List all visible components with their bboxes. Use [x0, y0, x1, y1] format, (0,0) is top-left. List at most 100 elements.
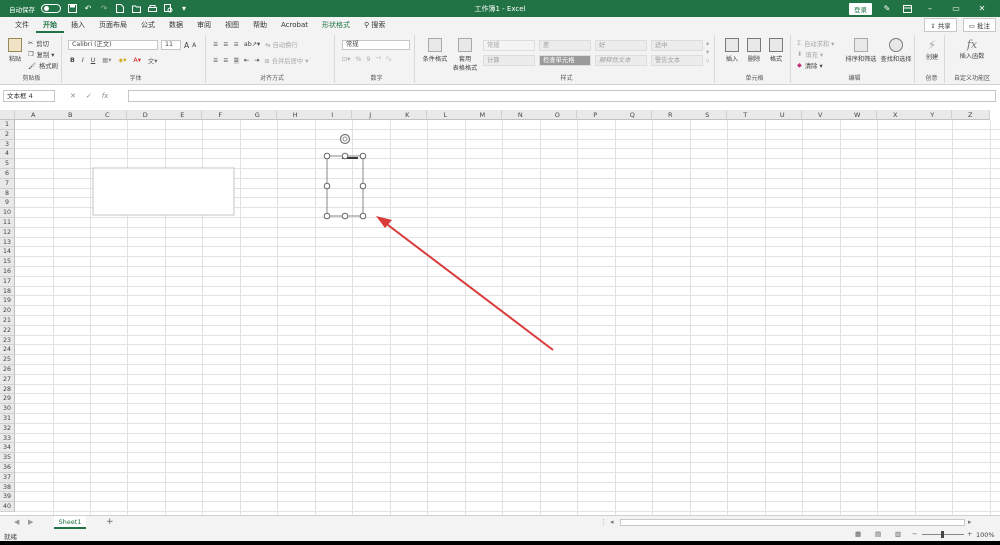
row-header[interactable]: 28 — [0, 384, 15, 395]
row-header[interactable]: 35 — [0, 453, 15, 463]
zoom-in-button[interactable]: + — [967, 530, 972, 538]
row-header[interactable]: 29 — [0, 394, 15, 405]
zoom-slider[interactable] — [922, 531, 964, 538]
row-header[interactable]: 19 — [0, 296, 15, 307]
column-header[interactable]: H — [277, 110, 315, 120]
sort-filter-button[interactable]: 排序和筛选 — [845, 38, 877, 63]
row-header[interactable]: 40 — [0, 502, 15, 512]
italic-button[interactable]: I — [82, 57, 84, 64]
formula-input[interactable] — [128, 90, 996, 102]
fx-button[interactable]: fx — [102, 90, 109, 102]
fill-button[interactable]: ⬇ 填充 ▾ — [797, 50, 823, 59]
row-header[interactable]: 13 — [0, 237, 15, 248]
row-header[interactable]: 25 — [0, 355, 15, 365]
row-header[interactable]: 22 — [0, 325, 15, 336]
row-header[interactable]: 18 — [0, 286, 15, 297]
column-header[interactable]: K — [389, 110, 427, 120]
grow-font-button[interactable]: A — [184, 41, 189, 50]
normal-view-icon[interactable]: ▦ — [855, 530, 861, 538]
minimize-button[interactable]: – — [922, 4, 938, 13]
column-header[interactable]: C — [89, 110, 127, 120]
prev-sheet-icon[interactable]: ◀ — [14, 518, 19, 526]
bold-button[interactable]: B — [70, 57, 75, 64]
delete-cells-button[interactable]: 删除 — [743, 38, 765, 63]
tab-view[interactable]: 视图 — [218, 17, 246, 33]
row-header[interactable]: 9 — [0, 198, 15, 209]
column-header[interactable]: G — [239, 110, 277, 120]
tab-shape-format[interactable]: 形状格式 — [315, 17, 357, 33]
column-header[interactable]: W — [839, 110, 877, 120]
font-name-select[interactable]: Calibri (正文) — [68, 40, 158, 50]
column-header[interactable]: J — [352, 110, 390, 120]
zoom-thumb[interactable] — [941, 531, 944, 538]
font-size-select[interactable]: 11 — [161, 40, 181, 50]
close-button[interactable]: ✕ — [974, 4, 990, 13]
page-layout-view-icon[interactable]: ▤ — [875, 530, 881, 538]
row-header[interactable]: 11 — [0, 218, 15, 228]
row-header[interactable]: 21 — [0, 316, 15, 326]
column-header[interactable]: L — [427, 110, 465, 120]
restore-button[interactable]: ▭ — [948, 4, 964, 13]
zoom-out-button[interactable]: − — [912, 530, 917, 538]
format-painter-button[interactable]: 🖌 格式刷 — [28, 61, 58, 71]
underline-button[interactable]: U — [91, 57, 96, 64]
percent-button[interactable]: % — [355, 56, 361, 63]
tab-review[interactable]: 审阅 — [190, 17, 218, 33]
enter-icon[interactable]: ✓ — [86, 90, 92, 102]
column-header[interactable]: O — [539, 110, 577, 120]
column-header[interactable]: R — [652, 110, 690, 120]
increase-indent-icon[interactable]: ⇥ — [254, 57, 259, 64]
cut-button[interactable]: ✂ 剪切 — [28, 39, 49, 48]
wrap-text-button[interactable]: ⇆ 自动换行 — [265, 40, 297, 49]
column-header[interactable]: U — [764, 110, 802, 120]
select-all-corner[interactable] — [0, 110, 15, 120]
row-header[interactable]: 8 — [0, 188, 15, 199]
tab-splitter[interactable]: ⋮ — [600, 518, 607, 526]
row-header[interactable]: 12 — [0, 227, 15, 238]
autosum-button[interactable]: Σ 自动求和 ▾ — [797, 39, 834, 48]
row-header[interactable]: 36 — [0, 463, 15, 473]
conditional-format-button[interactable]: 条件格式 — [421, 38, 449, 63]
sheet-tab-sheet1[interactable]: Sheet1 — [54, 516, 86, 529]
merge-center-button[interactable]: ⊞ 合并后居中 ▾ — [264, 56, 308, 65]
row-header[interactable]: 14 — [0, 247, 15, 258]
column-header[interactable]: S — [689, 110, 727, 120]
paste-button[interactable]: 粘贴 — [4, 38, 26, 63]
insert-function-button[interactable]: fx 插入函数 — [955, 38, 989, 60]
more-styles-icon[interactable]: ▿ — [706, 58, 709, 65]
customize-toolbar-icon[interactable]: ▾ — [179, 4, 189, 14]
scroll-left-icon[interactable]: ◂ — [610, 518, 614, 526]
currency-icon[interactable]: ⊡▾ — [342, 56, 350, 63]
comments-button[interactable]: ▭ 批注 — [962, 18, 996, 32]
style-warning[interactable]: 警告文本 — [651, 55, 703, 66]
row-header[interactable]: 31 — [0, 414, 15, 424]
insert-cells-button[interactable]: 插入 — [721, 38, 743, 63]
scroll-down-icon[interactable]: ▾ — [706, 49, 709, 56]
tab-home[interactable]: 开始 — [36, 17, 64, 33]
scroll-right-icon[interactable]: ▸ — [968, 518, 972, 526]
share-button[interactable]: ⇪ 共享 — [924, 18, 957, 32]
print-icon[interactable] — [147, 4, 157, 14]
comma-button[interactable]: 9 — [366, 56, 370, 63]
row-header[interactable]: 30 — [0, 404, 15, 414]
row-header[interactable]: 10 — [0, 208, 15, 218]
row-header[interactable]: 4 — [0, 149, 15, 160]
tab-data[interactable]: 数据 — [162, 17, 190, 33]
shrink-font-button[interactable]: A — [192, 42, 196, 49]
tab-help[interactable]: 帮助 — [246, 17, 274, 33]
column-header[interactable]: P — [577, 110, 615, 120]
fill-color-icon[interactable]: ◈▾ — [118, 57, 126, 64]
print-preview-icon[interactable] — [163, 4, 173, 14]
styles-scroll[interactable]: ▴ ▾ ▿ — [706, 40, 709, 65]
column-header[interactable]: B — [52, 110, 90, 120]
style-good[interactable]: 好 — [595, 40, 647, 51]
tab-acrobat[interactable]: Acrobat — [274, 17, 315, 33]
pen-icon[interactable]: ✎ — [882, 4, 892, 14]
scroll-up-icon[interactable]: ▴ — [706, 40, 709, 47]
row-header[interactable]: 26 — [0, 365, 15, 375]
style-check-cell[interactable]: 检查单元格 — [539, 55, 591, 66]
row-header[interactable]: 7 — [0, 178, 15, 189]
style-calculation[interactable]: 计算 — [483, 55, 535, 66]
horizontal-scrollbar[interactable] — [620, 519, 965, 526]
copy-button[interactable]: ❐ 复制 ▾ — [28, 50, 54, 59]
